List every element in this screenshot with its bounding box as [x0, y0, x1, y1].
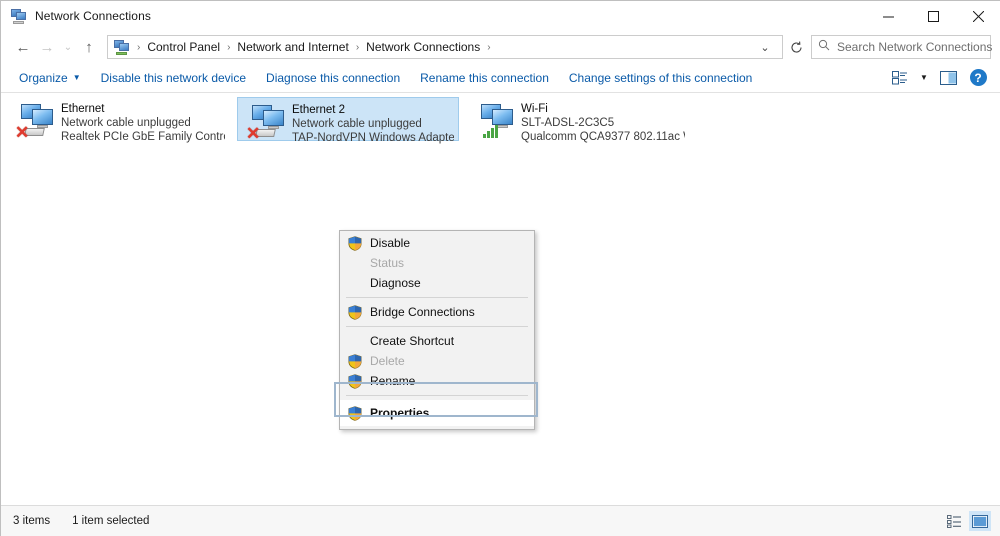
- large-icons-view-button[interactable]: [969, 511, 991, 531]
- no-icon: [344, 275, 366, 291]
- connection-status: Network cable unplugged: [292, 117, 454, 131]
- context-menu-separator: [346, 297, 528, 298]
- context-menu-item-status: Status: [340, 253, 534, 273]
- recent-locations-chevron-down-icon[interactable]: ⌄: [59, 35, 77, 59]
- control-panel-icon: [114, 39, 130, 55]
- address-bar: ← → ⌄ ↑ › Control Panel › Network and In…: [1, 31, 1000, 63]
- breadcrumb-item-control-panel[interactable]: Control Panel: [143, 38, 224, 56]
- context-menu-item-label: Diagnose: [366, 276, 421, 290]
- connection-status: SLT-ADSL-2C3C5: [521, 116, 685, 130]
- shield-icon: [344, 235, 366, 251]
- search-box[interactable]: Search Network Connections: [811, 35, 991, 59]
- connection-status: Network cable unplugged: [61, 116, 225, 130]
- view-options-chevron-down-icon[interactable]: ▼: [917, 67, 931, 89]
- ethernet-disconnected-icon: ✕: [15, 102, 59, 140]
- breadcrumb-separator: ›: [224, 42, 233, 53]
- context-menu-item-bridge-connections[interactable]: Bridge Connections: [340, 302, 534, 322]
- item-count-label: 3 items: [13, 515, 50, 527]
- breadcrumb[interactable]: › Control Panel › Network and Internet ›…: [107, 35, 783, 59]
- minimize-button[interactable]: [866, 1, 911, 31]
- connection-device: TAP-NordVPN Windows Adapter: [292, 131, 454, 145]
- rename-connection-button[interactable]: Rename this connection: [410, 67, 559, 89]
- network-connections-icon: [11, 8, 27, 24]
- list-item-text: Wi-Fi SLT-ADSL-2C3C5 Qualcomm QCA9377 80…: [519, 101, 685, 144]
- refresh-icon[interactable]: [783, 35, 809, 59]
- command-bar-right: ▼ ?: [887, 67, 1000, 89]
- help-icon: ?: [970, 69, 987, 86]
- signal-strength-icon: [483, 124, 503, 138]
- organize-label: Organize: [19, 71, 68, 85]
- context-menu-item-label: Status: [366, 256, 404, 270]
- view-caret-label: ▼: [920, 73, 928, 82]
- shield-icon: [344, 353, 366, 369]
- no-icon: [344, 333, 366, 349]
- search-input-placeholder[interactable]: Search Network Connections: [837, 40, 992, 54]
- chevron-down-icon: ▼: [73, 73, 81, 82]
- connection-device: Qualcomm QCA9377 802.11ac Wi...: [521, 130, 685, 144]
- context-menu-separator: [346, 326, 528, 327]
- context-menu-item-disable[interactable]: Disable: [340, 233, 534, 253]
- address-bar-right: Search Network Connections: [783, 35, 1000, 59]
- organize-button[interactable]: Organize ▼: [9, 67, 91, 89]
- shield-icon: [344, 304, 366, 320]
- list-item-ethernet[interactable]: ✕ Ethernet Network cable unplugged Realt…: [7, 97, 229, 141]
- back-arrow-icon[interactable]: ←: [11, 35, 35, 59]
- list-item-wifi[interactable]: Wi-Fi SLT-ADSL-2C3C5 Qualcomm QCA9377 80…: [467, 97, 689, 141]
- connection-name: Ethernet 2: [292, 103, 454, 117]
- connection-name: Ethernet: [61, 102, 225, 116]
- change-settings-button[interactable]: Change settings of this connection: [559, 67, 762, 89]
- status-bar: 3 items 1 item selected: [1, 505, 1000, 536]
- context-menu-item-create-shortcut[interactable]: Create Shortcut: [340, 331, 534, 351]
- network-connections-window: Network Connections ← → ⌄ ↑ › Control Pa…: [0, 0, 1000, 536]
- maximize-button[interactable]: [911, 1, 956, 31]
- breadcrumb-separator: ›: [484, 42, 493, 53]
- chevron-down-icon[interactable]: ⌄: [752, 35, 778, 59]
- context-menu-item-label: Create Shortcut: [366, 334, 454, 348]
- forward-arrow-icon: →: [35, 35, 59, 59]
- details-view-button[interactable]: [943, 511, 965, 531]
- preview-pane-icon[interactable]: [935, 67, 961, 89]
- breadcrumb-item-network-and-internet[interactable]: Network and Internet: [233, 38, 352, 56]
- connections-list: ✕ Ethernet Network cable unplugged Realt…: [1, 93, 1000, 505]
- breadcrumb-separator: ›: [353, 42, 362, 53]
- diagnose-connection-button[interactable]: Diagnose this connection: [256, 67, 410, 89]
- context-menu-item-label: Disable: [366, 236, 410, 250]
- disable-network-device-button[interactable]: Disable this network device: [91, 67, 256, 89]
- view-options-icon[interactable]: [887, 67, 913, 89]
- context-menu-item-delete: Delete: [340, 351, 534, 371]
- connection-name: Wi-Fi: [521, 102, 685, 116]
- help-button[interactable]: ?: [965, 67, 991, 89]
- no-icon: [344, 255, 366, 271]
- ethernet-disconnected-icon: ✕: [246, 103, 290, 141]
- wifi-connected-icon: [475, 102, 519, 140]
- view-toggle-group: [943, 511, 1000, 531]
- list-item-text: Ethernet Network cable unplugged Realtek…: [59, 101, 225, 144]
- window-controls: [866, 1, 1000, 31]
- close-button[interactable]: [956, 1, 1000, 31]
- window-title: Network Connections: [35, 9, 151, 23]
- context-menu-item-diagnose[interactable]: Diagnose: [340, 273, 534, 293]
- search-icon: [818, 38, 830, 56]
- command-bar: Organize ▼ Disable this network device D…: [1, 63, 1000, 93]
- selection-count-label: 1 item selected: [72, 515, 149, 527]
- breadcrumb-separator: ›: [134, 42, 143, 53]
- breadcrumb-item-network-connections[interactable]: Network Connections: [362, 38, 484, 56]
- properties-highlight-box: [334, 382, 538, 417]
- title-bar: Network Connections: [1, 1, 1000, 31]
- context-menu-item-label: Delete: [366, 354, 405, 368]
- up-arrow-icon[interactable]: ↑: [77, 35, 101, 59]
- context-menu-item-label: Bridge Connections: [366, 305, 475, 319]
- connection-device: Realtek PCIe GbE Family Controller: [61, 130, 225, 144]
- list-item-text: Ethernet 2 Network cable unplugged TAP-N…: [290, 102, 454, 145]
- list-item-ethernet-2[interactable]: ✕ Ethernet 2 Network cable unplugged TAP…: [237, 97, 459, 141]
